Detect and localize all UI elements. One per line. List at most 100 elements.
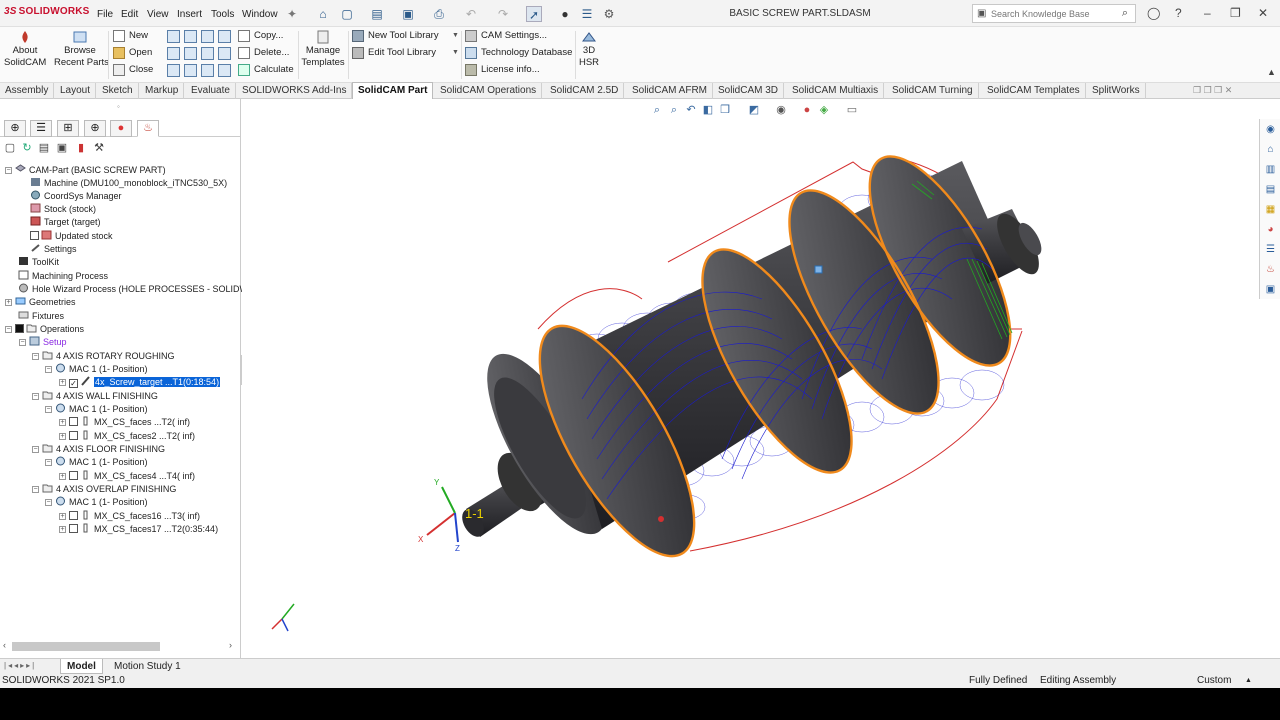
tree-node-setup[interactable]: − Setup: [19, 336, 67, 349]
new-button[interactable]: New: [113, 29, 148, 43]
tab-solidcam-3d[interactable]: SolidCAM 3D: [713, 83, 785, 99]
checkbox[interactable]: [69, 431, 78, 440]
solidcam-manager-tab-icon[interactable]: ♨: [137, 120, 159, 137]
config-manager-tab-icon[interactable]: ⊞: [57, 120, 79, 137]
cam-grid-icon[interactable]: [218, 47, 231, 60]
tree-node-group-overlap-finishing[interactable]: − 4 AXIS OVERLAP FINISHING: [32, 483, 176, 496]
collapse-icon[interactable]: −: [5, 167, 12, 174]
close-button[interactable]: Close: [113, 63, 153, 77]
save-icon[interactable]: ▣: [400, 6, 416, 22]
collapse-icon[interactable]: −: [19, 339, 26, 346]
license-info-button[interactable]: License info...: [465, 63, 540, 77]
tab-solidcam-turning[interactable]: SolidCAM Turning: [887, 83, 979, 99]
tab-layout[interactable]: Layout: [55, 83, 97, 99]
checkbox[interactable]: [30, 231, 39, 240]
copy-button[interactable]: Copy...: [238, 29, 283, 43]
tab-motion-study[interactable]: Motion Study 1: [108, 659, 187, 674]
menu-view[interactable]: View: [147, 9, 169, 20]
feature-manager-tab-icon[interactable]: ⊕: [4, 120, 26, 137]
tree-node-target[interactable]: Target (target): [30, 216, 101, 229]
section-view-icon[interactable]: ◧: [701, 103, 715, 117]
zoom-to-fit-icon[interactable]: ⌕: [650, 103, 664, 117]
tree-horizontal-scrollbar[interactable]: ‹ ›: [0, 640, 241, 653]
tab-markup[interactable]: Markup: [140, 83, 185, 99]
tree-node-cam-part[interactable]: − CAM-Part (BASIC SCREW PART): [5, 164, 166, 177]
open-button[interactable]: Open: [113, 46, 152, 60]
expand-icon[interactable]: +: [59, 526, 66, 533]
display-manager-tab-icon[interactable]: ●: [110, 120, 132, 137]
solidworks-logo[interactable]: 3S SOLIDWORKS: [4, 6, 90, 17]
file-properties-icon[interactable]: ☰: [579, 6, 595, 22]
tree-node-fixtures[interactable]: Fixtures: [18, 310, 64, 323]
tree-node-geometries[interactable]: + Geometries: [5, 296, 76, 309]
user-icon[interactable]: ◯: [1147, 6, 1160, 20]
custom-properties-icon[interactable]: ☰: [1263, 242, 1278, 257]
units-selector[interactable]: Custom: [1197, 674, 1231, 688]
cam-grid-icon[interactable]: [184, 30, 197, 43]
print-icon[interactable]: ⎙: [431, 6, 447, 22]
cam-grid-icon[interactable]: [167, 64, 180, 77]
dimxpert-tab-icon[interactable]: ⊕: [84, 120, 106, 137]
panel-grip-icon[interactable]: ◦: [117, 102, 120, 111]
appearance-icon[interactable]: ●: [800, 103, 814, 117]
expand-icon[interactable]: +: [59, 379, 66, 386]
scroll-left-icon[interactable]: ‹: [3, 640, 6, 650]
tab-solidcam-afrm[interactable]: SolidCAM AFRM: [627, 83, 714, 99]
home-icon[interactable]: ⌂: [1263, 142, 1278, 157]
undo-icon[interactable]: ↶: [463, 6, 479, 22]
view-settings-icon[interactable]: ▭: [845, 103, 859, 117]
search-icon[interactable]: ⌕: [1122, 7, 1128, 20]
checkbox[interactable]: [15, 324, 24, 333]
expand-icon[interactable]: +: [59, 473, 66, 480]
tab-solidcam-multiaxis[interactable]: SolidCAM Multiaxis: [787, 83, 885, 99]
refresh-icon[interactable]: ↻: [20, 141, 34, 155]
cam-grid-icon[interactable]: [218, 30, 231, 43]
solidworks-resources-icon[interactable]: ◉: [1263, 122, 1278, 137]
tree-node-operation[interactable]: + MX_CS_faces16 ...T3( inf): [59, 510, 200, 523]
tab-solidcam-templates[interactable]: SolidCAM Templates: [982, 83, 1086, 99]
collapse-ribbon-icon[interactable]: ▲: [1267, 67, 1276, 77]
technology-database-button[interactable]: Technology Database: [465, 46, 572, 60]
tab-sketch[interactable]: Sketch: [97, 83, 139, 99]
tab-model[interactable]: Model: [60, 659, 103, 674]
save-icon[interactable]: ▣: [55, 141, 69, 155]
previous-view-icon[interactable]: ↶: [684, 103, 698, 117]
checkbox[interactable]: [69, 524, 78, 533]
cam-grid-icon[interactable]: [201, 30, 214, 43]
select-cursor-icon[interactable]: ➚: [526, 6, 542, 22]
browse-recent-parts-button[interactable]: Browse Recent Parts: [54, 30, 109, 69]
scrollbar-thumb[interactable]: [12, 642, 160, 651]
tab-solidcam-operations[interactable]: SolidCAM Operations: [435, 83, 543, 99]
collapse-icon[interactable]: −: [32, 486, 39, 493]
tab-solidcam-part[interactable]: SolidCAM Part: [352, 82, 434, 100]
tree-node-updated-stock[interactable]: Updated stock: [30, 230, 113, 243]
solidcam-pane-icon[interactable]: ♨: [1263, 262, 1278, 277]
menu-edit[interactable]: Edit: [121, 9, 138, 20]
tab-solidworks-add-ins[interactable]: SOLIDWORKS Add-Ins: [237, 83, 353, 99]
restore-icon[interactable]: ❐: [1230, 6, 1241, 20]
units-dropdown-icon[interactable]: ▲: [1245, 674, 1252, 688]
scene-icon[interactable]: ◈: [817, 103, 831, 117]
open-folder-icon[interactable]: ▤: [369, 6, 385, 22]
hide-show-icon[interactable]: ◉: [774, 103, 788, 117]
close-window-icon[interactable]: ✕: [1258, 6, 1268, 20]
checkbox[interactable]: ✓: [69, 379, 78, 388]
new-tool-library-button[interactable]: New Tool Library: [352, 29, 439, 43]
tree-node-machining-process[interactable]: Machining Process: [18, 270, 108, 283]
tab-solidcam-2-5d[interactable]: SolidCAM 2.5D: [545, 83, 625, 99]
appearances-icon[interactable]: ◕: [1263, 222, 1278, 237]
wrench-icon[interactable]: ⚒: [92, 141, 106, 155]
collapse-icon[interactable]: −: [32, 393, 39, 400]
collapse-icon[interactable]: −: [45, 406, 52, 413]
tree-node-mac1[interactable]: − MAC 1 (1- Position): [45, 363, 148, 376]
menu-window[interactable]: Window: [242, 9, 278, 20]
tab-scroll-arrows-icon[interactable]: |◂◂▸▸|: [4, 661, 36, 670]
menu-insert[interactable]: Insert: [177, 9, 202, 20]
pin-icon[interactable]: ✦: [284, 6, 300, 22]
collapse-icon[interactable]: −: [5, 326, 12, 333]
cam-grid-icon[interactable]: [218, 64, 231, 77]
tree-node-group-rotary-roughing[interactable]: − 4 AXIS ROTARY ROUGHING: [32, 350, 175, 363]
collapse-icon[interactable]: −: [45, 459, 52, 466]
calculate-button[interactable]: Calculate: [238, 63, 294, 77]
tile-icon[interactable]: ❐ ❐ ❐ ✕: [1193, 85, 1232, 96]
